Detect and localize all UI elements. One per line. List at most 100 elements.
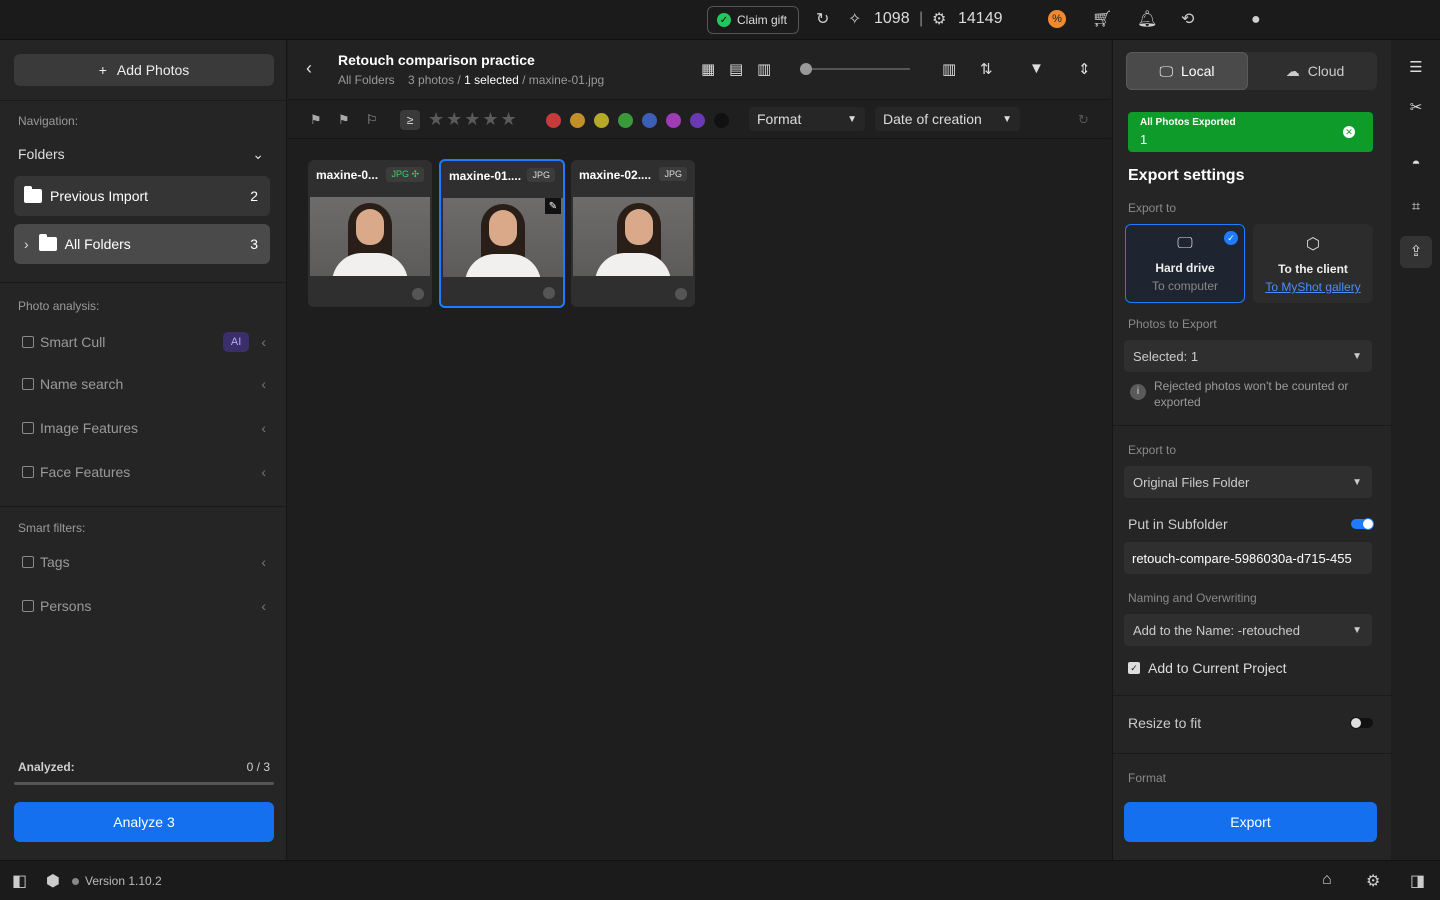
gear-icon[interactable]: ⚙: [1366, 871, 1380, 891]
resize-toggle[interactable]: [1350, 717, 1373, 729]
user-avatar-icon[interactable]: ●: [1251, 9, 1261, 31]
chevron-left-icon[interactable]: ‹: [261, 376, 266, 392]
folder-item-previous-import[interactable]: Previous Import 2: [14, 176, 270, 216]
discount-icon[interactable]: %: [1048, 10, 1066, 28]
analysis-item-smart-cull[interactable]: Smart Cull AI ‹: [22, 332, 266, 352]
flag-reject-icon[interactable]: ⚑: [338, 112, 350, 128]
thumbnail-size-slider[interactable]: [800, 63, 910, 75]
format-badge: JPG: [527, 168, 555, 182]
checkbox-checked[interactable]: ✓: [1128, 662, 1140, 674]
analysis-progress-bar: [14, 782, 274, 785]
color-label-magenta[interactable]: [666, 113, 681, 128]
compare-view-icon[interactable]: ▥: [757, 60, 771, 78]
color-label-dot[interactable]: [675, 288, 687, 300]
slider-knob[interactable]: [800, 63, 812, 75]
chevron-left-icon[interactable]: ‹: [261, 334, 266, 350]
date-dropdown[interactable]: Date of creation ▼: [875, 107, 1020, 131]
checkbox[interactable]: [22, 378, 34, 390]
photo-card-selected[interactable]: maxine-01.... JPG ✎: [439, 159, 565, 308]
subfolder-name-input[interactable]: retouch-compare-5986030a-d715-455: [1124, 542, 1372, 574]
mask-icon[interactable]: ◓: [1392, 155, 1440, 172]
history-icon[interactable]: ⟲: [1181, 9, 1194, 31]
color-label-purple[interactable]: [690, 113, 705, 128]
chevron-left-icon[interactable]: ‹: [261, 420, 266, 436]
tab-cloud[interactable]: ☁ Cloud: [1254, 52, 1376, 90]
analysis-item-face-features[interactable]: Face Features ‹: [22, 464, 266, 480]
star-rating-filter[interactable]: ★★★★★: [428, 109, 519, 130]
photos-to-export-select[interactable]: Selected: 1 ▼: [1124, 340, 1372, 372]
naming-select[interactable]: Add to the Name: -retouched ▼: [1124, 614, 1372, 646]
home-icon[interactable]: ⌂: [1322, 871, 1332, 889]
flag-pick-icon[interactable]: ⚑: [310, 112, 322, 128]
photo-browser: ‹ Retouch comparison practice All Folder…: [288, 40, 1111, 860]
app-logo-icon: ⬢: [46, 873, 60, 890]
color-label-yellow[interactable]: [594, 113, 609, 128]
chevron-left-icon[interactable]: ‹: [261, 464, 266, 480]
chevron-left-icon[interactable]: ‹: [261, 598, 266, 614]
export-upload-icon[interactable]: ⇪: [1400, 236, 1432, 268]
color-label-orange[interactable]: [570, 113, 585, 128]
checkbox[interactable]: [22, 556, 34, 568]
filter-item-tags[interactable]: Tags ‹: [22, 554, 266, 570]
color-label-blue[interactable]: [642, 113, 657, 128]
filter-funnel-icon[interactable]: ▼: [1029, 60, 1044, 77]
analyze-button[interactable]: Analyze 3: [14, 802, 274, 842]
color-label-red[interactable]: [546, 113, 561, 128]
chevron-right-icon[interactable]: ›: [24, 236, 29, 252]
collapse-icon[interactable]: ⇕: [1078, 60, 1091, 78]
myshot-gallery-link[interactable]: To MyShot gallery: [1253, 280, 1373, 294]
retouch-tool-icon[interactable]: ✂: [1392, 98, 1440, 116]
add-to-project-row[interactable]: ✓ Add to Current Project: [1128, 660, 1287, 676]
photo-card[interactable]: maxine-02.... JPG: [571, 160, 695, 307]
back-arrow-icon[interactable]: ‹: [306, 58, 312, 79]
add-photos-button[interactable]: + Add Photos: [14, 54, 274, 86]
cart-icon[interactable]: 🛒︎: [1092, 9, 1112, 31]
photo-card[interactable]: maxine-0... JPG ✣: [308, 160, 432, 307]
target-client[interactable]: ⬡ To the client To MyShot gallery: [1253, 224, 1373, 303]
rating-operator-button[interactable]: ≥: [400, 110, 420, 130]
claim-gift-button[interactable]: ✓ Claim gift: [707, 6, 799, 34]
photos-to-export-label: Photos to Export: [1128, 317, 1217, 331]
breadcrumb-folder[interactable]: All Folders: [338, 73, 395, 87]
claim-gift-label: Claim gift: [737, 13, 788, 27]
close-icon[interactable]: ✕: [1343, 126, 1355, 138]
folder-item-all-folders[interactable]: › All Folders 3: [14, 224, 270, 264]
folders-toggle[interactable]: Folders ⌄: [18, 146, 264, 163]
format-dropdown[interactable]: Format ▼: [749, 107, 865, 131]
divider: [0, 506, 287, 507]
export-folder-select[interactable]: Original Files Folder ▼: [1124, 466, 1372, 498]
color-label-black[interactable]: [714, 113, 729, 128]
sort-icon[interactable]: ⇅: [980, 60, 993, 78]
color-label-dot[interactable]: [543, 287, 555, 299]
crop-icon[interactable]: ⌗: [1392, 198, 1440, 215]
photo-thumbnail[interactable]: [310, 197, 430, 276]
reset-filters-icon[interactable]: ↻: [1078, 112, 1089, 128]
checkbox[interactable]: [22, 466, 34, 478]
edit-pencil-icon[interactable]: ✎: [545, 198, 561, 214]
checkbox[interactable]: [22, 422, 34, 434]
filmstrip-view-icon[interactable]: ▤: [729, 60, 743, 78]
analysis-item-image-features[interactable]: Image Features ‹: [22, 420, 266, 436]
color-label-dot[interactable]: [412, 288, 424, 300]
photo-analysis-label: Photo analysis:: [18, 299, 100, 313]
refresh-icon[interactable]: ↻: [816, 9, 829, 31]
filter-item-persons[interactable]: Persons ‹: [22, 598, 266, 614]
color-label-green[interactable]: [618, 113, 633, 128]
ai-credits-icon: ⚙: [932, 11, 947, 28]
subfolder-toggle[interactable]: [1351, 518, 1374, 530]
stack-icon[interactable]: ▥: [942, 60, 956, 78]
grid-view-icon[interactable]: ▦: [701, 60, 715, 78]
tab-local[interactable]: 🖵︎ Local: [1126, 52, 1248, 90]
chevron-left-icon[interactable]: ‹: [261, 554, 266, 570]
checkbox[interactable]: [22, 336, 34, 348]
notification-bell-icon[interactable]: 🔔︎: [1137, 9, 1157, 31]
flag-unflagged-icon[interactable]: ⚐: [366, 112, 378, 128]
checkbox[interactable]: [22, 600, 34, 612]
collapse-right-panel-icon[interactable]: ◨: [1410, 871, 1425, 891]
export-button[interactable]: Export: [1124, 802, 1377, 842]
analysis-item-name-search[interactable]: Name search ‹: [22, 376, 266, 392]
adjustments-icon[interactable]: ☰: [1392, 58, 1440, 76]
collapse-left-panel-icon[interactable]: ◧: [12, 871, 27, 891]
photo-thumbnail[interactable]: [573, 197, 693, 276]
target-hard-drive[interactable]: 🖵︎ Hard drive To computer ✓: [1125, 224, 1245, 303]
